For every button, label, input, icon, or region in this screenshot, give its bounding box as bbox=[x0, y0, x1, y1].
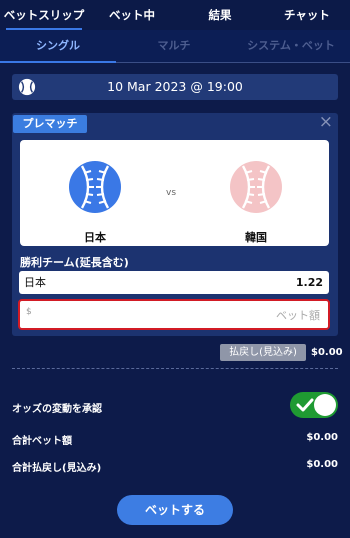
total-payout-label: 合計払戻し(見込み) bbox=[12, 463, 102, 474]
accept-odds-toggle[interactable] bbox=[290, 392, 338, 418]
total-payout-value: $0.00 bbox=[306, 459, 338, 470]
payout-value: $0.00 bbox=[311, 347, 343, 358]
total-stake-label: 合計ベット額 bbox=[12, 436, 72, 447]
tab-open-bets[interactable]: ベット中 bbox=[88, 0, 176, 30]
bet-card: プレマッチ × vs 日本 韓国 勝利チーム(延長含む) 日本 1.22 $ ベ… bbox=[12, 112, 338, 336]
selection-odds: 1.22 bbox=[295, 276, 323, 289]
tab-chat[interactable]: チャット bbox=[264, 0, 350, 30]
close-icon[interactable]: × bbox=[319, 112, 333, 132]
payout-label: 払戻し(見込み) bbox=[220, 344, 306, 361]
toggle-knob bbox=[314, 394, 336, 416]
selection-name: 日本 bbox=[24, 276, 46, 289]
bet-type-tabs: シングル マルチ システム・ベット bbox=[0, 30, 350, 63]
check-icon bbox=[296, 396, 314, 418]
tab-betslip[interactable]: ベットスリップ bbox=[0, 0, 88, 30]
selection-row: 日本 1.22 bbox=[19, 271, 329, 294]
top-tabs: ベットスリップ ベット中 結果 チャット bbox=[0, 0, 350, 30]
accept-odds-label: オッズの変動を承認 bbox=[12, 404, 102, 415]
home-team-name: 日本 bbox=[84, 231, 106, 244]
currency-symbol: $ bbox=[26, 307, 32, 317]
event-header: 10 Mar 2023 @ 19:00 bbox=[12, 74, 338, 100]
divider bbox=[12, 368, 338, 369]
tab-system-bet[interactable]: システム・ベット bbox=[232, 30, 350, 62]
market-name: 勝利チーム(延長含む) bbox=[20, 256, 129, 269]
away-team-baseball-icon bbox=[230, 161, 282, 213]
prematch-badge: プレマッチ bbox=[13, 115, 87, 133]
stake-field-highlight: $ ベット額 bbox=[18, 299, 330, 330]
home-team-baseball-icon bbox=[69, 161, 121, 213]
matchup-panel: vs 日本 韓国 bbox=[20, 140, 329, 246]
total-stake-value: $0.00 bbox=[306, 432, 338, 443]
tab-results[interactable]: 結果 bbox=[176, 0, 264, 30]
stake-placeholder: ベット額 bbox=[276, 309, 320, 322]
tab-multi[interactable]: マルチ bbox=[116, 30, 232, 62]
away-team-name: 韓国 bbox=[245, 231, 267, 244]
tab-single[interactable]: シングル bbox=[0, 30, 116, 63]
event-datetime: 10 Mar 2023 @ 19:00 bbox=[107, 79, 243, 94]
place-bet-button[interactable]: ベットする bbox=[117, 495, 233, 525]
versus-label: vs bbox=[166, 188, 177, 198]
